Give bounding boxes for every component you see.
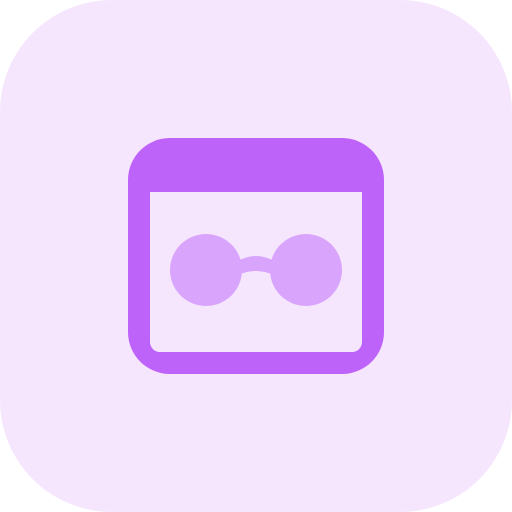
glasses-bridge <box>236 256 276 276</box>
glasses-icon <box>170 234 342 306</box>
glasses-left-lens <box>170 234 242 306</box>
incognito-browser-icon <box>128 138 384 374</box>
glasses-right-lens <box>270 234 342 306</box>
